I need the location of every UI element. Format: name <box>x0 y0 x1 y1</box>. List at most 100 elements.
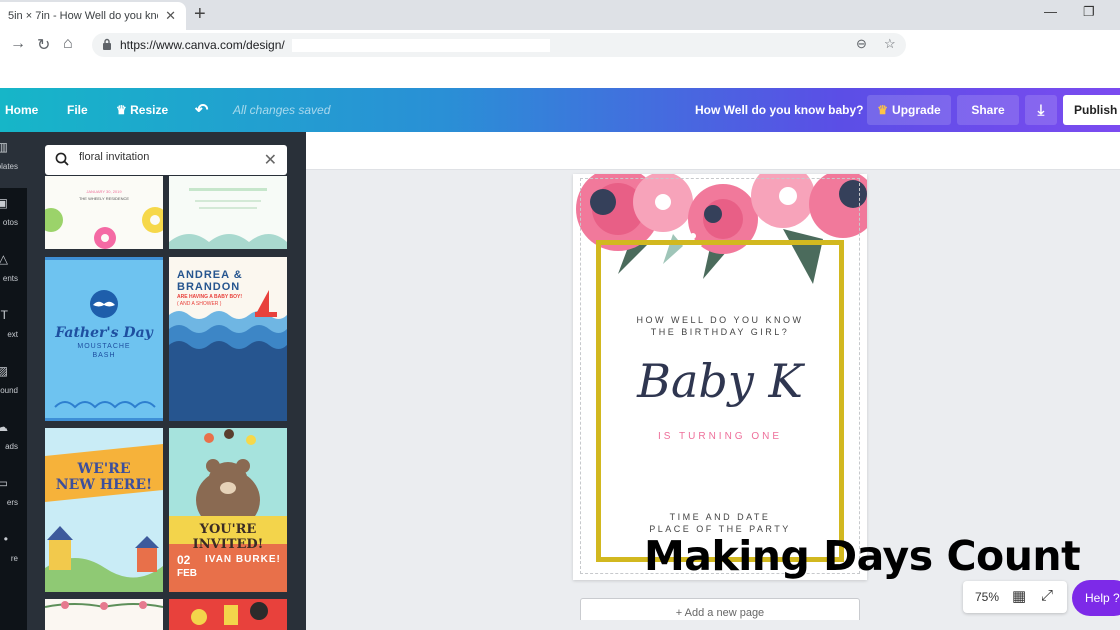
template-thumbnail[interactable]: Father's Day MOUSTACHE BASH <box>45 257 163 421</box>
rail-text[interactable]: T ext <box>0 300 27 356</box>
template-title: WE'RE <box>77 461 131 477</box>
photos-icon: ▣ <box>0 196 8 210</box>
rail-background[interactable]: ▨ ound <box>0 356 27 412</box>
card-question[interactable]: HOW WELL DO YOU KNOW THE BIRTHDAY GIRL? <box>600 314 840 338</box>
fullscreen-icon[interactable]: ⤢ <box>1041 587 1053 604</box>
rail-templates[interactable]: ▥ plates <box>0 132 27 188</box>
omnibox[interactable]: https://www.canva.com/design/ ⊖ ☆ <box>92 33 906 57</box>
overlay-caption: Making Days Count <box>644 532 1081 580</box>
card-name[interactable]: Baby K <box>600 354 840 408</box>
search-input[interactable] <box>79 151 249 163</box>
card-question-line-1: HOW WELL DO YOU KNOW <box>636 315 804 325</box>
template-thumbnail[interactable] <box>169 599 287 630</box>
editor-top-bar: Home File ♛ Resize ↶ All changes saved H… <box>0 88 1120 132</box>
template-day: 02 <box>177 553 191 567</box>
close-tab-icon[interactable]: ✕ <box>165 8 176 24</box>
template-thumbnail[interactable]: YOU'RE INVITED! 02 FEB IVAN BURKE! <box>169 428 287 592</box>
templates-icon: ▥ <box>0 140 8 154</box>
save-status: All changes saved <box>233 103 331 117</box>
uploads-icon: ☁ <box>0 420 8 434</box>
page-blank-area <box>0 60 1120 88</box>
template-name: IVAN BURKE! <box>205 554 281 565</box>
forward-icon[interactable]: → <box>10 35 26 53</box>
houses-illustration <box>45 444 163 592</box>
context-toolbar <box>306 132 1120 170</box>
upgrade-label: Upgrade <box>892 103 941 117</box>
browser-tab-bar: 5in × 7in - How Well do you know ✕ + — ❐ <box>0 0 1120 30</box>
design-title[interactable]: How Well do you know baby? <box>695 103 863 117</box>
url-redaction <box>292 39 550 52</box>
crown-icon: ♛ <box>877 103 889 117</box>
resize-button[interactable]: ♛ Resize <box>116 103 168 117</box>
share-button[interactable]: Share <box>957 95 1019 125</box>
file-menu[interactable]: File <box>67 103 88 117</box>
template-subtitle: BASH <box>92 352 116 359</box>
new-tab-icon[interactable]: + <box>194 3 206 26</box>
template-search-box: ✕ <box>45 145 287 175</box>
template-subtitle: ( AND A SHOWER ) <box>177 301 222 307</box>
crown-icon: ♛ <box>116 103 127 117</box>
home-icon[interactable]: ⌂ <box>63 35 73 53</box>
more-icon: • <box>3 532 8 546</box>
reload-icon[interactable]: ↻ <box>37 35 50 55</box>
bookmark-star-icon[interactable]: ☆ <box>884 36 896 52</box>
download-icon[interactable]: ⤓ <box>1025 95 1057 125</box>
floral-border <box>45 601 163 610</box>
undo-icon[interactable]: ↶ <box>195 100 208 120</box>
rail-elements[interactable]: △ ents <box>0 244 27 300</box>
rail-label: ext <box>7 330 18 339</box>
card-turning[interactable]: IS TURNING ONE <box>600 431 840 442</box>
browser-tab[interactable]: 5in × 7in - How Well do you know ✕ <box>0 2 186 30</box>
zoom-level[interactable]: 75% <box>975 590 999 604</box>
rail-label: re <box>10 554 18 563</box>
resize-label: Resize <box>130 103 169 117</box>
restore-icon[interactable]: ❐ <box>1083 4 1095 20</box>
upgrade-button[interactable]: ♛ Upgrade <box>867 95 951 125</box>
horizontal-scrollbar[interactable] <box>306 620 1120 630</box>
side-rail: ▥ plates ▣ otos △ ents T ext ▨ ound ☁ ad… <box>0 132 27 630</box>
template-title: BRANDON <box>177 281 241 293</box>
clear-search-icon[interactable]: ✕ <box>264 150 277 170</box>
music-illustration <box>191 602 268 625</box>
rail-label: ads <box>5 442 18 451</box>
zoom-lens-icon[interactable]: ⊖ <box>856 36 867 52</box>
template-place: THE WHEELY RESIDENCE <box>78 196 130 201</box>
rail-label: ents <box>2 274 18 283</box>
lock-icon <box>103 38 111 50</box>
rail-label: otos <box>2 218 18 227</box>
template-thumbnail[interactable] <box>45 599 163 630</box>
folders-icon: ▭ <box>0 476 8 490</box>
publish-button[interactable]: Publish <box>1063 95 1120 125</box>
grid-view-icon[interactable]: ▦ <box>1012 587 1026 605</box>
template-subtitle: ARE HAVING A BABY BOY! <box>177 294 243 300</box>
text-icon: T <box>0 308 8 322</box>
template-thumbnail[interactable]: ANDREA & BRANDON ARE HAVING A BABY BOY! … <box>169 257 287 421</box>
background-icon: ▨ <box>0 364 8 378</box>
template-thumbnail[interactable] <box>169 176 287 249</box>
template-title: ANDREA & <box>177 269 243 281</box>
template-thumbnail[interactable]: WE'RE NEW HERE! <box>45 428 163 592</box>
minimize-icon[interactable]: — <box>1044 4 1057 19</box>
donut-illustration <box>45 207 163 249</box>
template-month: FEB <box>177 568 197 579</box>
template-thumbnail[interactable]: JANUARY 30, 2019 THE WHEELY RESIDENCE <box>45 176 163 249</box>
leaf-border <box>169 188 287 249</box>
rail-label: plates <box>0 162 18 171</box>
rail-folders[interactable]: ▭ ers <box>0 468 27 524</box>
card-question-line-2: THE BIRTHDAY GIRL? <box>650 327 790 337</box>
template-title: NEW HERE! <box>55 477 153 493</box>
template-subtitle: MOUSTACHE <box>77 343 131 350</box>
card-time: TIME AND DATE <box>669 512 771 522</box>
help-button[interactable]: Help ? <box>1072 580 1120 616</box>
rail-photos[interactable]: ▣ otos <box>0 188 27 244</box>
rail-label: ers <box>6 498 18 507</box>
rail-label: ound <box>0 386 18 395</box>
browser-address-bar: → ↻ ⌂ https://www.canva.com/design/ ⊖ ☆ <box>0 30 1120 60</box>
url-text[interactable]: https://www.canva.com/design/ <box>120 38 285 52</box>
home-menu[interactable]: Home <box>5 103 38 117</box>
template-title: Father's Day <box>55 325 153 341</box>
rail-more[interactable]: • re <box>0 524 27 580</box>
template-title: YOU'RE INVITED! <box>192 522 264 552</box>
tab-title: 5in × 7in - How Well do you know <box>8 10 158 22</box>
rail-uploads[interactable]: ☁ ads <box>0 412 27 468</box>
